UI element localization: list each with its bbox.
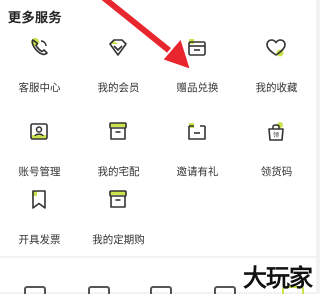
section-title: 更多服务 (8, 11, 63, 26)
gift-box-icon (185, 36, 209, 60)
service-label: 赠品兑换 (176, 82, 219, 94)
id-card-icon (27, 120, 51, 144)
service-label: 邀请有礼 (176, 166, 219, 178)
service-my-membership[interactable]: 我的会员 (79, 36, 158, 96)
service-label: 我的宅配 (97, 166, 140, 178)
service-my-subscription[interactable]: 我的定期购 (79, 188, 158, 248)
service-my-favorites[interactable]: 我的收藏 (237, 36, 316, 96)
service-label: 我的收藏 (255, 82, 298, 94)
service-gift-exchange[interactable]: 赠品兑换 (158, 36, 237, 96)
subscription-box-icon (106, 188, 130, 212)
service-label: 我的会员 (97, 82, 140, 94)
delivery-box-icon (106, 120, 130, 144)
orders-tab-icon[interactable] (214, 286, 236, 294)
invite-box-icon (185, 120, 209, 144)
service-pickup-code[interactable]: 领 领货码 (237, 120, 316, 180)
service-label: 账号管理 (18, 166, 61, 178)
phone-icon (27, 36, 51, 60)
bookmark-icon (27, 188, 51, 212)
category-tab-icon[interactable] (88, 286, 110, 294)
service-issue-invoice[interactable]: 开具发票 (0, 188, 79, 248)
shopping-bag-icon: 领 (264, 120, 288, 144)
service-customer-center[interactable]: 客服中心 (0, 36, 79, 96)
service-label: 客服中心 (18, 82, 61, 94)
services-card: 更多服务 客服中心 我的会员 赠品兑换 我的收藏 账号管理 我的宅配 邀请有礼 … (0, 0, 316, 256)
service-label: 我的定期购 (92, 234, 145, 246)
service-label: 领货码 (260, 166, 293, 178)
service-my-delivery[interactable]: 我的宅配 (79, 120, 158, 180)
home-tab-icon[interactable] (24, 286, 46, 294)
diamond-icon (106, 36, 130, 60)
heart-icon (264, 36, 288, 60)
service-invite-reward[interactable]: 邀请有礼 (158, 120, 237, 180)
svg-text:领: 领 (273, 131, 279, 139)
service-label: 开具发票 (18, 234, 61, 246)
cart-tab-icon[interactable] (150, 286, 172, 294)
watermark-logo: 大玩家 (243, 263, 313, 292)
service-account-management[interactable]: 账号管理 (0, 120, 79, 180)
